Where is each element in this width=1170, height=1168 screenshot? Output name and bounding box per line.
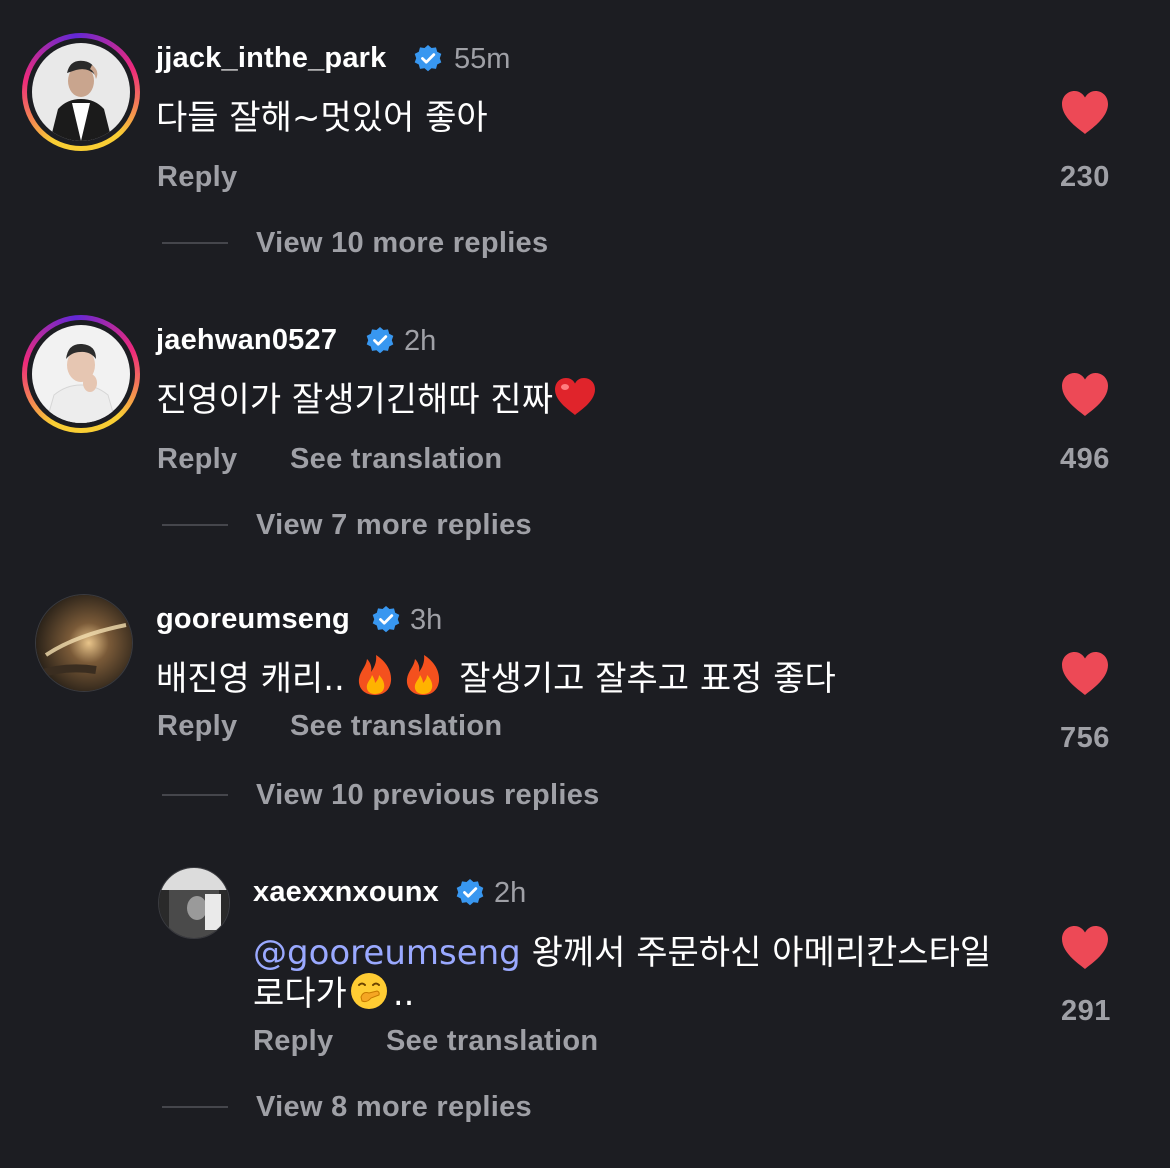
timestamp: 2h xyxy=(494,877,527,909)
verified-badge-icon xyxy=(371,605,401,640)
heart-icon[interactable] xyxy=(1060,925,1110,976)
reply-button[interactable]: Reply xyxy=(253,1025,333,1058)
username[interactable]: jaehwan0527 xyxy=(156,324,337,357)
divider-line xyxy=(162,794,228,796)
red-heart-emoji xyxy=(553,377,597,426)
reply-button[interactable]: Reply xyxy=(157,443,237,476)
comment-body-part2: 잘생기고 잘추고 표정 좋다 xyxy=(459,659,836,699)
fire-emoji xyxy=(404,654,442,705)
see-translation-button[interactable]: See translation xyxy=(386,1025,598,1058)
comment-text: 배진영 캐리.. 잘생기고 잘추고 표정 좋다 xyxy=(156,651,836,705)
view-more-replies-button[interactable]: View 10 more replies xyxy=(256,227,548,260)
username[interactable]: gooreumseng xyxy=(156,603,350,636)
comment-text: 진영이가 잘생기긴해따 진짜 xyxy=(156,372,597,426)
verified-badge-icon xyxy=(413,44,443,79)
heart-icon[interactable] xyxy=(1060,651,1110,702)
avatar[interactable] xyxy=(32,43,130,141)
reply-button[interactable]: Reply xyxy=(157,710,237,743)
like-count: 291 xyxy=(1061,995,1111,1027)
divider-line xyxy=(162,242,228,244)
fire-emoji xyxy=(356,654,394,705)
divider-line xyxy=(162,1106,228,1108)
username[interactable]: jjack_inthe_park xyxy=(156,42,387,75)
view-more-replies-button[interactable]: View 8 more replies xyxy=(256,1091,532,1124)
comment-body-line1: 왕께서 주문하신 아메리칸스타일 xyxy=(531,933,992,973)
hand-over-mouth-emoji xyxy=(349,971,389,1020)
like-count: 496 xyxy=(1060,443,1110,475)
comment-text-line2: 로다가 .. xyxy=(253,966,414,1020)
see-translation-button[interactable]: See translation xyxy=(290,710,502,743)
verified-badge-icon xyxy=(455,878,485,913)
like-count: 230 xyxy=(1060,161,1110,193)
view-more-replies-button[interactable]: View 7 more replies xyxy=(256,509,532,542)
see-translation-button[interactable]: See translation xyxy=(290,443,502,476)
timestamp: 55m xyxy=(454,43,511,75)
divider-line xyxy=(162,524,228,526)
avatar[interactable] xyxy=(35,594,133,692)
timestamp: 3h xyxy=(410,604,443,636)
comment-body: 진영이가 잘생기긴해따 진짜 xyxy=(156,380,553,420)
heart-icon[interactable] xyxy=(1060,90,1110,141)
heart-icon[interactable] xyxy=(1060,372,1110,423)
avatar[interactable] xyxy=(32,325,130,423)
avatar[interactable] xyxy=(158,867,230,939)
comment-body-line2: 로다가 xyxy=(253,974,347,1014)
timestamp: 2h xyxy=(404,325,437,357)
username[interactable]: xaexxnxounx xyxy=(253,876,439,909)
comment-body-line2-end: .. xyxy=(392,974,415,1014)
like-count: 756 xyxy=(1060,722,1110,754)
comment-body-part1: 배진영 캐리.. xyxy=(156,659,345,699)
verified-badge-icon xyxy=(365,326,395,361)
view-previous-replies-button[interactable]: View 10 previous replies xyxy=(256,779,600,812)
comment-text: 다들 잘해~멋있어 좋아 xyxy=(156,98,488,138)
reply-button[interactable]: Reply xyxy=(157,161,237,194)
